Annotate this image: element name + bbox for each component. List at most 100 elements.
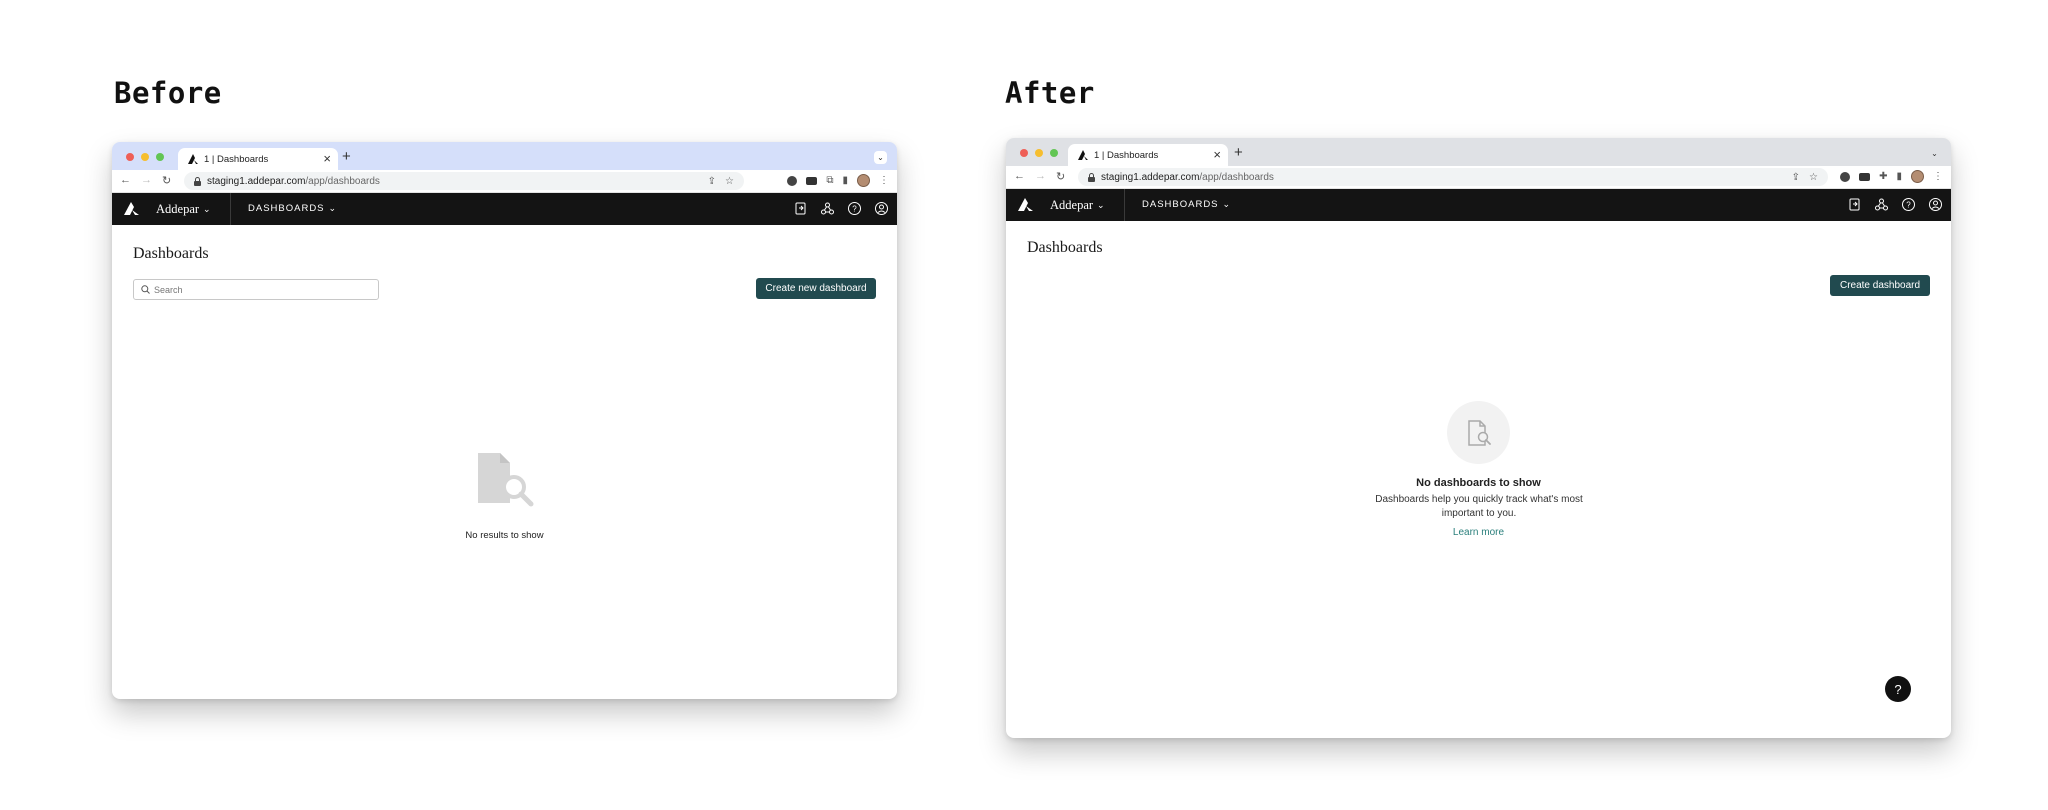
app-actions: ? [1847, 197, 1943, 212]
create-dashboard-button[interactable]: Create dashboard [1830, 275, 1930, 296]
share-icon[interactable]: ⇪ [708, 176, 716, 187]
forward-arrow-icon[interactable]: → [141, 174, 152, 187]
reload-icon[interactable]: ↻ [162, 174, 171, 187]
svg-text:?: ? [852, 205, 857, 214]
share-icon[interactable]: ⇪ [1792, 172, 1800, 183]
window-controls [126, 153, 164, 161]
after-browser-window: 1 | Dashboards × + ⌄ ← → ↻ staging1.adde… [1006, 138, 1951, 738]
learn-more-link[interactable]: Learn more [1006, 527, 1951, 538]
app-navbar: Addepar ⌄ DASHBOARDS ⌄ ? [112, 193, 897, 225]
empty-state-document-search-icon [1447, 401, 1510, 464]
profile-avatar[interactable] [857, 174, 870, 187]
search-placeholder: Search [154, 284, 183, 295]
maximize-window-dot[interactable] [156, 153, 164, 161]
browser-tab[interactable]: 1 | Dashboards × [178, 148, 338, 170]
side-panel-icon[interactable]: ▮ [1896, 171, 1902, 182]
user-account-icon[interactable] [874, 201, 889, 216]
maximize-window-dot[interactable] [1050, 149, 1058, 157]
export-icon[interactable] [1847, 197, 1862, 212]
lock-icon [1088, 172, 1095, 182]
close-window-dot[interactable] [1020, 149, 1028, 157]
tab-title: 1 | Dashboards [204, 153, 269, 165]
chevron-down-icon: ⌄ [1222, 199, 1232, 209]
empty-search-document-icon [476, 451, 536, 507]
side-panel-icon[interactable]: ▮ [842, 175, 848, 186]
dashboards-nav-menu[interactable]: DASHBOARDS ⌄ [248, 203, 337, 214]
app-content: Dashboards Search Create new dashboard N… [112, 225, 897, 699]
addepar-logo-icon[interactable] [124, 202, 139, 215]
back-arrow-icon[interactable]: ← [1014, 170, 1025, 183]
empty-state-description: Dashboards help you quickly track what's… [1375, 494, 1583, 519]
addepar-favicon-icon [188, 154, 198, 164]
firm-switcher[interactable]: Addepar ⌄ [1050, 198, 1105, 213]
password-manager-icon[interactable] [1859, 172, 1871, 181]
user-account-icon[interactable] [1928, 197, 1943, 212]
network-icon[interactable] [820, 201, 835, 216]
addepar-favicon-icon [1078, 150, 1088, 160]
tab-search-chevron-icon[interactable]: ⌄ [874, 151, 887, 164]
new-tab-icon[interactable]: + [1234, 145, 1243, 161]
app-content: Dashboards Create dashboard No dashboard… [1006, 221, 1951, 738]
help-icon[interactable]: ? [1901, 197, 1916, 212]
browser-toolbar: ← → ↻ staging1.addepar.com/app/dashboard… [1006, 166, 1951, 189]
address-bar[interactable]: staging1.addepar.com/app/dashboards ⇪ ☆ [184, 172, 744, 190]
puzzle-icon[interactable]: ⧉ [826, 175, 833, 186]
extension-icons: ✚ ▮ ⋮ [1840, 170, 1943, 183]
create-new-dashboard-button[interactable]: Create new dashboard [756, 278, 876, 299]
puzzle-icon[interactable]: ✚ [1879, 171, 1887, 182]
help-floating-button[interactable]: ? [1885, 676, 1911, 702]
bookmark-star-icon[interactable]: ☆ [725, 176, 734, 187]
menu-dots-icon[interactable]: ⋮ [879, 175, 889, 186]
close-tab-icon[interactable]: × [323, 151, 331, 167]
minimize-window-dot[interactable] [141, 153, 149, 161]
profile-avatar[interactable] [1911, 170, 1924, 183]
nav-divider [1124, 189, 1125, 221]
tab-strip: 1 | Dashboards × + ⌄ [1006, 138, 1951, 166]
before-heading: Before [114, 76, 222, 110]
close-window-dot[interactable] [126, 153, 134, 161]
after-heading: After [1005, 76, 1095, 110]
url-domain: staging1.addepar.com [1101, 171, 1200, 183]
back-arrow-icon[interactable]: ← [120, 174, 131, 187]
dashboards-nav-menu[interactable]: DASHBOARDS ⌄ [1142, 199, 1231, 210]
extension-icon[interactable] [787, 175, 798, 186]
nav-divider [230, 193, 231, 225]
browser-toolbar: ← → ↻ staging1.addepar.com/app/dashboard… [112, 170, 897, 193]
empty-state-title: No dashboards to show [1416, 477, 1541, 489]
window-controls [1020, 149, 1058, 157]
minimize-window-dot[interactable] [1035, 149, 1043, 157]
export-icon[interactable] [793, 201, 808, 216]
firm-switcher[interactable]: Addepar ⌄ [156, 202, 211, 217]
address-bar[interactable]: staging1.addepar.com/app/dashboards ⇪ ☆ [1078, 168, 1828, 186]
extension-icon[interactable] [1840, 171, 1851, 182]
menu-dots-icon[interactable]: ⋮ [1933, 171, 1943, 182]
before-browser-window: 1 | Dashboards × + ⌄ ← → ↻ staging1.adde… [112, 142, 897, 699]
forward-arrow-icon[interactable]: → [1035, 170, 1046, 183]
brand-name: Addepar [156, 202, 200, 216]
close-tab-icon[interactable]: × [1213, 147, 1221, 163]
tab-search-chevron-icon[interactable]: ⌄ [1928, 147, 1941, 160]
help-icon[interactable]: ? [847, 201, 862, 216]
addepar-logo-icon[interactable] [1018, 198, 1033, 211]
network-icon[interactable] [1874, 197, 1889, 212]
search-input[interactable]: Search [133, 279, 379, 300]
bookmark-star-icon[interactable]: ☆ [1809, 172, 1818, 183]
password-manager-icon[interactable] [806, 176, 818, 185]
reload-icon[interactable]: ↻ [1056, 170, 1065, 183]
app-actions: ? [793, 201, 889, 216]
dashboards-nav-label: DASHBOARDS [1142, 199, 1219, 210]
lock-icon [194, 176, 201, 186]
svg-text:?: ? [1906, 201, 1911, 210]
brand-name: Addepar [1050, 198, 1094, 212]
extension-icons: ⧉ ▮ ⋮ [787, 174, 889, 187]
chevron-down-icon: ⌄ [328, 203, 338, 213]
chevron-down-icon: ⌄ [1097, 200, 1105, 210]
new-tab-icon[interactable]: + [342, 149, 351, 165]
nav-buttons: ← → ↻ [120, 174, 171, 187]
dashboards-nav-label: DASHBOARDS [248, 203, 325, 214]
browser-tab[interactable]: 1 | Dashboards × [1068, 144, 1228, 166]
url-path: /app/dashboards [1199, 171, 1274, 183]
nav-buttons: ← → ↻ [1014, 170, 1065, 183]
url-domain: staging1.addepar.com [207, 175, 306, 187]
chevron-down-icon: ⌄ [203, 204, 211, 214]
